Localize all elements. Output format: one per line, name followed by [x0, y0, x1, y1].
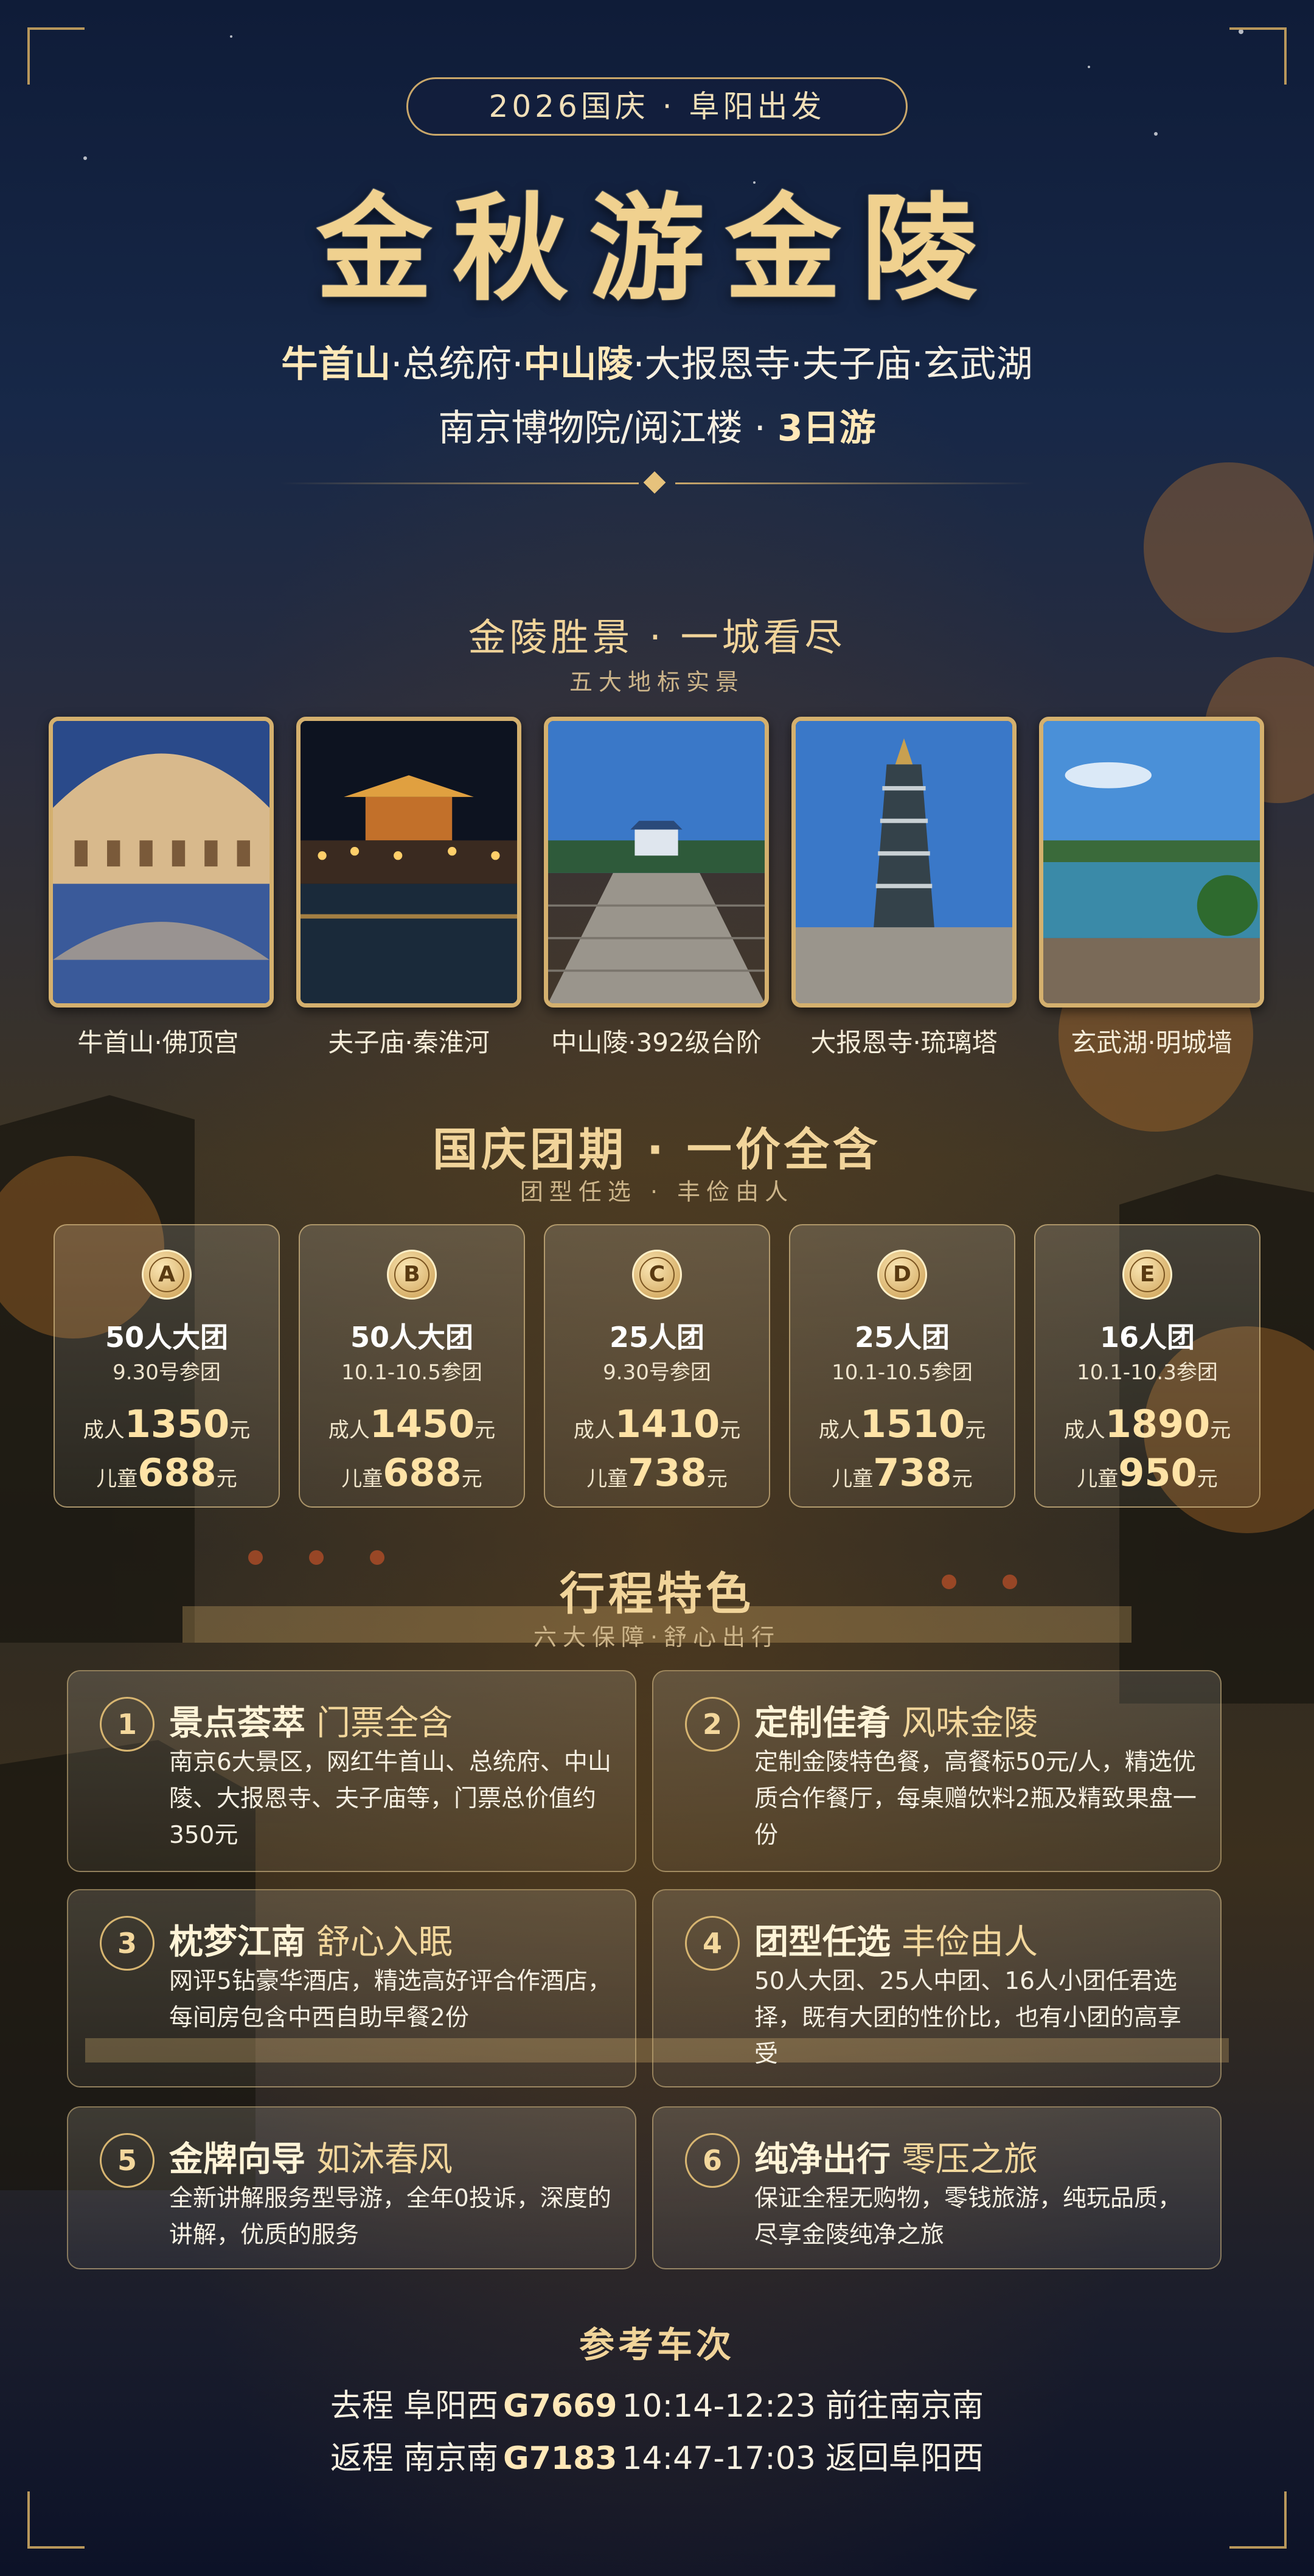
photo-image: [548, 721, 765, 1003]
photo-niushoushan: [49, 717, 274, 1008]
tier-date: 10.1-10.5参团: [341, 1360, 482, 1385]
tier-card-e: E 16人团 10.1-10.3参团 成人1890元 儿童950元: [1034, 1224, 1260, 1508]
feature-number: 3: [100, 1916, 155, 1971]
corner-ornament: [1229, 27, 1287, 85]
feature-text: 保证全程无购物，零钱旅游，纯玩品质，尽享金陵纯净之旅: [754, 2185, 1182, 2249]
photo-caption: 大报恩寺·琉璃塔: [810, 1028, 998, 1057]
corner-ornament: [27, 27, 85, 85]
divider-left: [280, 482, 639, 484]
adult-price: 成人1510元: [818, 1402, 986, 1446]
tier-card-b: B 50人大团 10.1-10.5参团 成人1450元 儿童688元: [299, 1224, 525, 1508]
features-title: 行程特色: [560, 1568, 754, 1620]
photo-caption: 夫子庙·秦淮河: [328, 1028, 490, 1057]
photo-image: [1043, 721, 1260, 1003]
route-text: ·总统府·: [391, 343, 524, 386]
adult-price: 成人1890元: [1063, 1402, 1231, 1446]
feature-heading: 金牌向导 如沐春风: [169, 2140, 453, 2179]
route-line-1: 牛首山·总统府·中山陵·大报恩寺·夫子庙·玄武湖: [0, 335, 1314, 388]
feature-text: 网评5钻豪华酒店，精选高好评合作酒店，每间房包含中西自助早餐2份: [169, 1968, 611, 2031]
feature-number: 2: [685, 1697, 740, 1752]
tier-name: 50人大团: [105, 1321, 228, 1354]
child-price: 儿童738元: [586, 1450, 728, 1495]
tier-badge: D: [877, 1250, 927, 1300]
photo-dabaoensi: [791, 717, 1017, 1008]
feature-number: 6: [685, 2133, 740, 2188]
tier-date: 9.30号参团: [113, 1360, 221, 1385]
feature-card-2: 2 定制佳肴 风味金陵 定制金陵特色餐，高餐标50元/人，精选优质合作餐厅，每桌赠…: [652, 1670, 1222, 1872]
route-highlight: 中山陵: [523, 343, 633, 386]
feature-text: 50人大团、25人中团、16人小团任君选择，既有大团的性价比，也有小团的高享受: [754, 1968, 1182, 2068]
feature-heading: 定制佳肴 风味金陵: [754, 1704, 1038, 1743]
feature-heading: 景点荟萃 门票全含: [169, 1704, 453, 1743]
tier-card-d: D 25人团 10.1-10.5参团 成人1510元 儿童738元: [789, 1224, 1015, 1508]
feature-number: 5: [100, 2133, 155, 2188]
departure-pill: 2026国庆 · 阜阳出发: [406, 77, 908, 136]
tier-name: 25人团: [609, 1321, 704, 1354]
child-price: 儿童950元: [1077, 1450, 1218, 1495]
feature-card-5: 5 金牌向导 如沐春风 全新讲解服务型导游，全年0投诉，深度的讲解，优质的服务: [67, 2106, 636, 2269]
child-price: 儿童688元: [341, 1450, 482, 1495]
child-price: 儿童688元: [96, 1450, 237, 1495]
photo-xuanwuhu: [1039, 717, 1264, 1008]
page-title: 金秋游金陵: [316, 181, 998, 316]
feature-card-3: 3 枕梦江南 舒心入眠 网评5钻豪华酒店，精选高好评合作酒店，每间房包含中西自助早…: [67, 1889, 636, 2087]
tier-badge: C: [632, 1250, 682, 1300]
feature-heading: 团型任选 丰俭由人: [754, 1923, 1038, 1962]
tier-badge: B: [387, 1250, 437, 1300]
route-text: 南京博物院/阅江楼 ·: [438, 407, 777, 450]
tier-badge: A: [142, 1250, 192, 1300]
tiers-title: 国庆团期 · 一价全含: [433, 1124, 881, 1176]
route-highlight: 3日游: [777, 407, 876, 450]
route-line-2: 南京博物院/阅江楼 · 3日游: [0, 399, 1314, 451]
photo-image: [796, 721, 1012, 1003]
adult-price: 成人1350元: [83, 1402, 251, 1446]
diamond-ornament: [643, 471, 666, 494]
tier-date: 10.1-10.5参团: [832, 1360, 973, 1385]
feature-text: 定制金陵特色餐，高餐标50元/人，精选优质合作餐厅，每桌赠饮料2瓶及精致果盘一份: [754, 1749, 1197, 1849]
gallery-title: 金陵胜景 · 一城看尽: [468, 615, 846, 660]
tier-card-a: A 50人大团 9.30号参团 成人1350元 儿童688元: [54, 1224, 280, 1508]
tier-name: 16人团: [1099, 1321, 1195, 1354]
return-train: 返程 南京南 G7183 14:47-17:03 返回阜阳西: [330, 2440, 984, 2477]
features-subtitle: 六大保障·舒心出行: [533, 1624, 781, 1651]
feature-text: 全新讲解服务型导游，全年0投诉，深度的讲解，优质的服务: [169, 2185, 611, 2249]
photo-zhongshanling: [544, 717, 769, 1008]
photo-caption: 中山陵·392级台阶: [551, 1028, 762, 1057]
photo-fuzimiao: [296, 717, 521, 1008]
route-text: ·大报恩寺·夫子庙·玄武湖: [633, 343, 1033, 386]
gallery-subtitle: 五大地标实景: [569, 669, 745, 695]
photo-caption: 牛首山·佛顶宫: [77, 1028, 239, 1057]
tier-badge: E: [1122, 1250, 1172, 1300]
feature-card-4: 4 团型任选 丰俭由人 50人大团、25人中团、16人小团任君选择，既有大团的性价…: [652, 1889, 1222, 2087]
divider-right: [675, 482, 1034, 484]
adult-price: 成人1410元: [573, 1402, 741, 1446]
feature-text: 南京6大景区，网红牛首山、总统府、中山陵、大报恩寺、夫子庙等，门票总价值约350…: [169, 1749, 611, 1849]
feature-card-6: 6 纯净出行 零压之旅 保证全程无购物，零钱旅游，纯玩品质，尽享金陵纯净之旅: [652, 2106, 1222, 2269]
photo-image: [301, 721, 517, 1003]
route-highlight: 牛首山: [281, 343, 391, 386]
feature-number: 4: [685, 1916, 740, 1971]
tier-card-c: C 25人团 9.30号参团 成人1410元 儿童738元: [544, 1224, 770, 1508]
corner-ornament: [1229, 2491, 1287, 2549]
feature-card-1: 1 景点荟萃 门票全含 南京6大景区，网红牛首山、总统府、中山陵、大报恩寺、夫子庙…: [67, 1670, 636, 1872]
outbound-train: 去程 阜阳西 G7669 10:14-12:23 前往南京南: [330, 2388, 984, 2425]
tiers-subtitle: 团型任选 · 丰俭由人: [520, 1178, 794, 1205]
feature-heading: 枕梦江南 舒心入眠: [169, 1923, 453, 1962]
feature-number: 1: [100, 1697, 155, 1752]
tier-name: 25人团: [854, 1321, 950, 1354]
trains-title: 参考车次: [579, 2324, 735, 2365]
photo-image: [53, 721, 269, 1003]
child-price: 儿童738元: [832, 1450, 973, 1495]
corner-ornament: [27, 2491, 85, 2549]
feature-heading: 纯净出行 零压之旅: [754, 2140, 1038, 2179]
adult-price: 成人1450元: [328, 1402, 496, 1446]
tier-name: 50人大团: [350, 1321, 473, 1354]
photo-caption: 玄武湖·明城墙: [1071, 1028, 1232, 1057]
tier-date: 10.1-10.3参团: [1077, 1360, 1218, 1385]
tier-date: 9.30号参团: [603, 1360, 711, 1385]
